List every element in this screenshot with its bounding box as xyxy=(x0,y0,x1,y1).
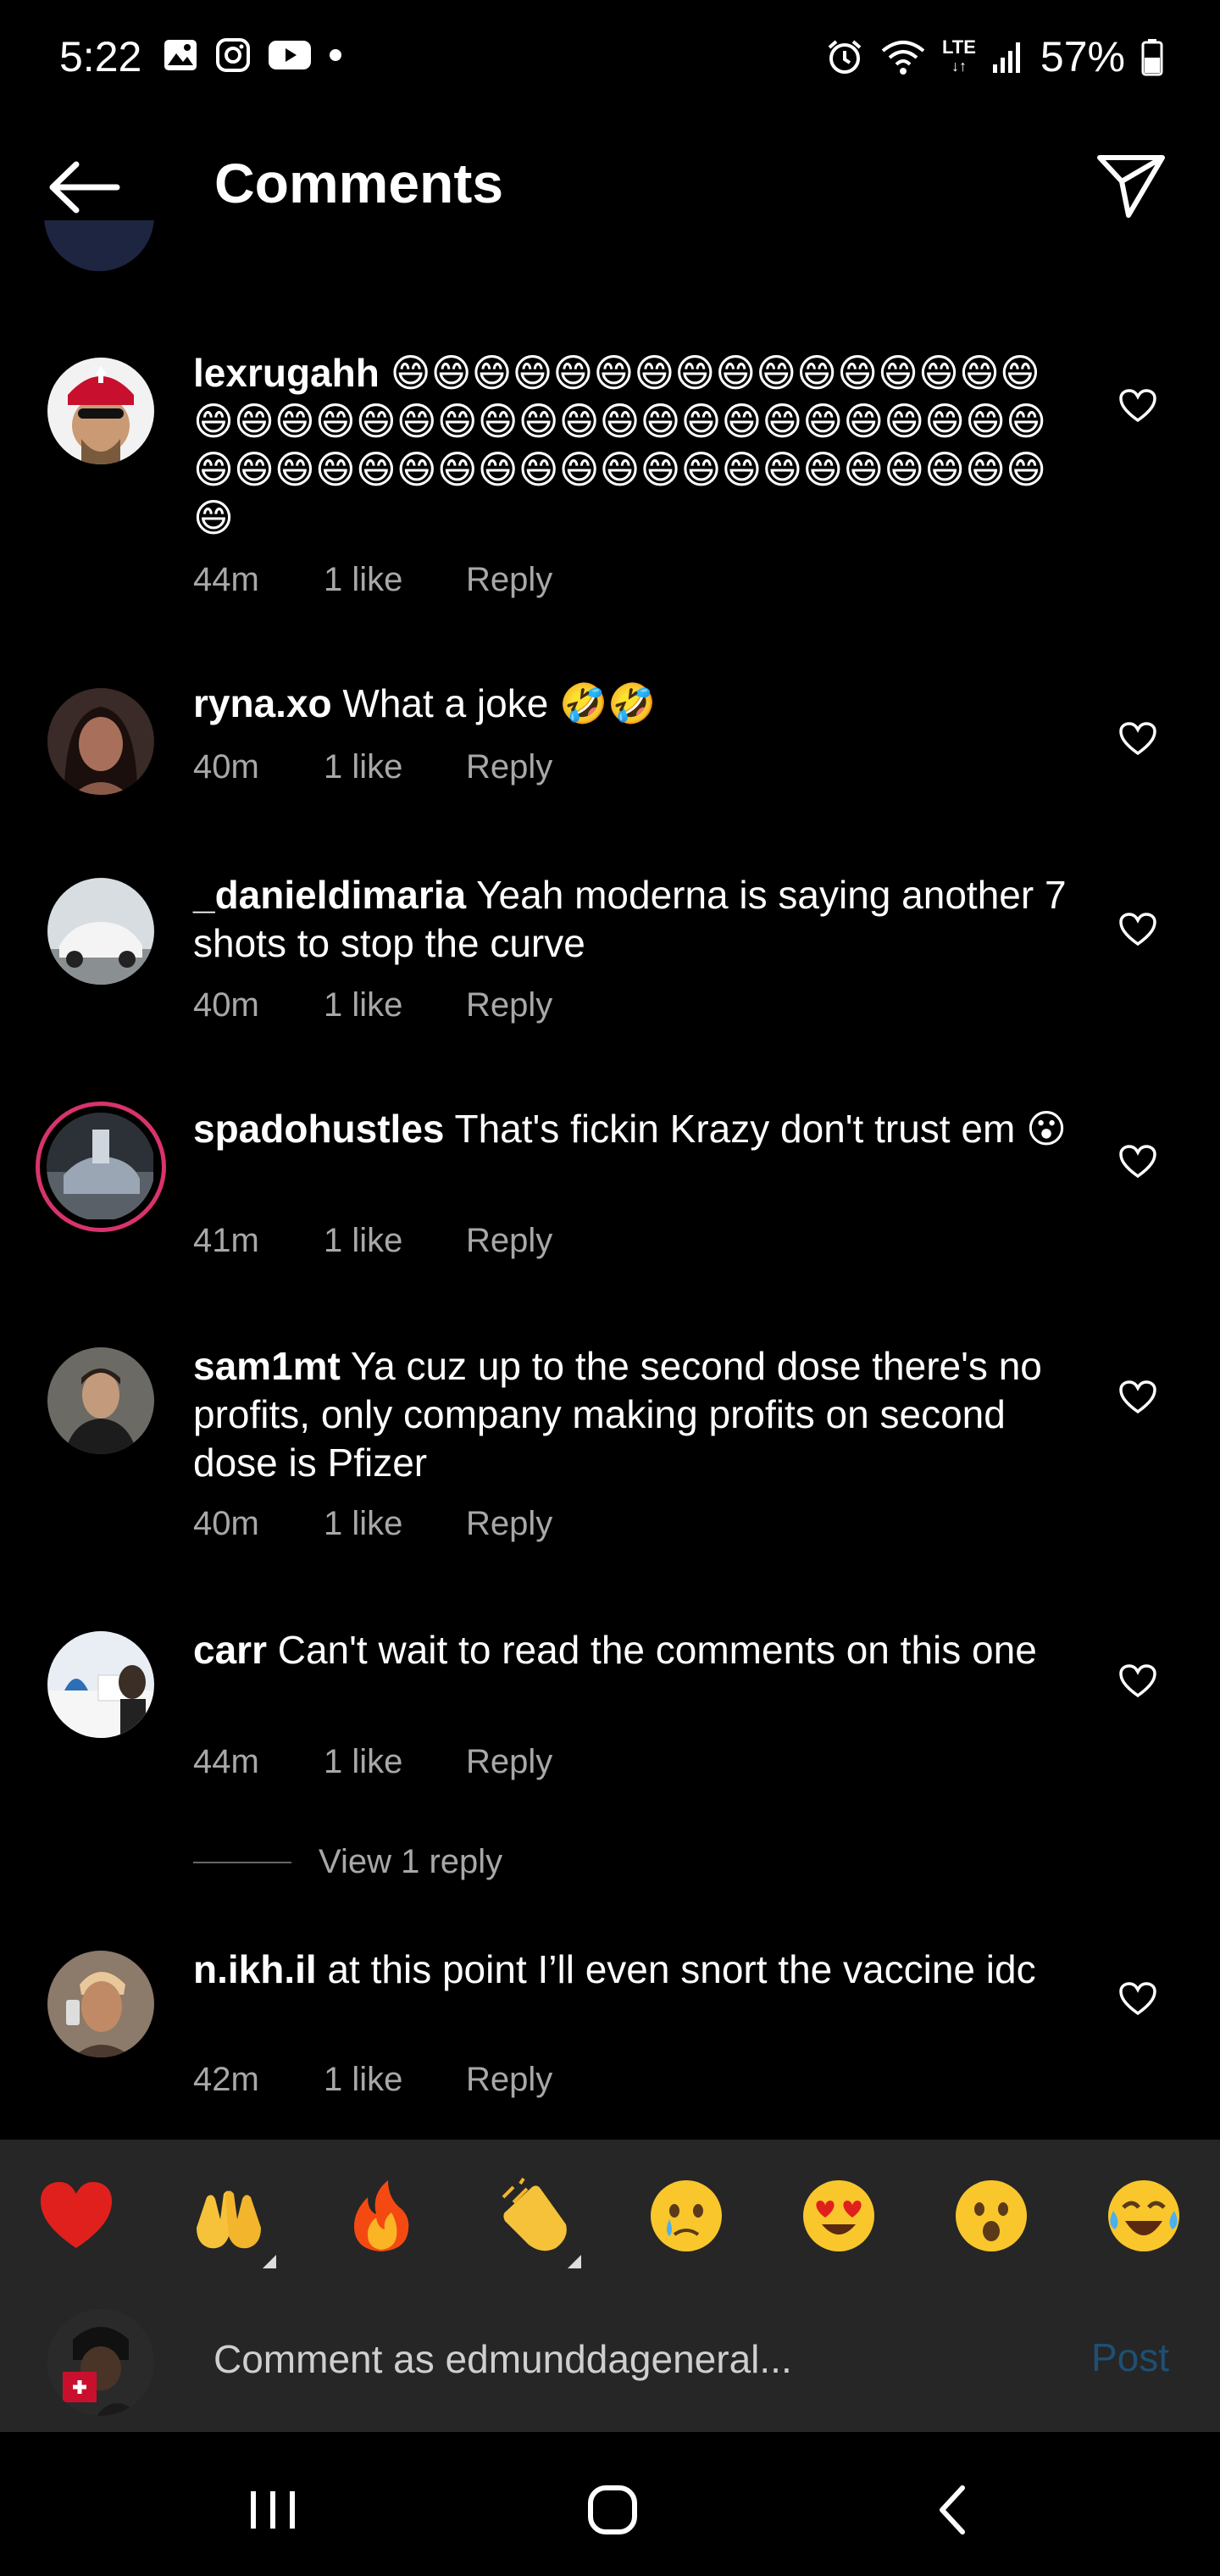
back-icon[interactable] xyxy=(920,2476,988,2544)
comment-likes[interactable]: 1 like xyxy=(324,1505,466,1543)
comment-body: That's fickin Krazy don't trust em 😮 xyxy=(454,1107,1067,1151)
avatar[interactable] xyxy=(47,688,154,795)
avatar[interactable] xyxy=(47,1347,154,1454)
partial-avatar xyxy=(44,220,154,271)
comment-meta: 40m 1 like Reply xyxy=(193,1505,552,1543)
surprised-face-emoji-icon[interactable] xyxy=(952,2177,1030,2255)
reply-button[interactable]: Reply xyxy=(466,748,552,786)
comment-text: spadohustles That's fickin Krazy don't t… xyxy=(193,1105,1074,1153)
reply-button[interactable]: Reply xyxy=(466,1505,552,1543)
current-user-avatar[interactable] xyxy=(47,2309,154,2416)
comment-composer: Post xyxy=(0,2284,1220,2432)
reply-button[interactable]: Reply xyxy=(466,1743,552,1781)
comment-input[interactable] xyxy=(214,2329,1061,2389)
like-heart-icon[interactable] xyxy=(1118,388,1157,424)
comment-text: carr Can't wait to read the comments on … xyxy=(193,1626,1074,1674)
clapping-hands-emoji-icon[interactable] xyxy=(495,2177,581,2268)
comment-username[interactable]: sam1mt xyxy=(193,1344,341,1388)
reply-button[interactable]: Reply xyxy=(466,986,552,1024)
comment-text: ryna.xo What a joke 🤣🤣 xyxy=(193,680,1074,728)
comment-likes[interactable]: 1 like xyxy=(324,1743,466,1781)
comment-time: 44m xyxy=(193,1743,259,1780)
raising-hands-emoji-icon[interactable] xyxy=(190,2177,276,2268)
view-replies-button[interactable]: View 1 reply xyxy=(193,1843,502,1881)
skin-tone-indicator xyxy=(568,2255,581,2268)
comments-list[interactable]: lexrugahh 😄😄😄😄😄😄😄😄😄😄😄😄😄😄😄😄😄😄😄😄😄😄😄😄😄😄😄😄😄😄… xyxy=(0,0,1220,2140)
reply-button[interactable]: Reply xyxy=(466,561,552,599)
comment-body: What a joke 🤣🤣 xyxy=(342,681,657,725)
comment-meta: 44m 1 like Reply xyxy=(193,561,552,599)
system-navigation-bar xyxy=(0,2432,1220,2576)
emoji-quick-bar xyxy=(0,2140,1220,2284)
view-replies-label: View 1 reply xyxy=(319,1843,503,1880)
comment-meta: 41m 1 like Reply xyxy=(193,1222,552,1260)
comment-likes[interactable]: 1 like xyxy=(324,986,466,1024)
avatar[interactable] xyxy=(47,878,154,985)
fire-emoji-icon[interactable] xyxy=(342,2177,420,2255)
comment-body: Can't wait to read the comments on this … xyxy=(277,1628,1037,1672)
recent-apps-icon[interactable] xyxy=(239,2476,307,2544)
comment-meta: 40m 1 like Reply xyxy=(193,748,552,786)
home-icon[interactable] xyxy=(579,2476,646,2544)
avatar[interactable] xyxy=(47,358,154,464)
avatar[interactable] xyxy=(47,1951,154,2057)
like-heart-icon[interactable] xyxy=(1118,1663,1157,1699)
post-button[interactable]: Post xyxy=(1091,2334,1169,2380)
comment-text: sam1mt Ya cuz up to the second dose ther… xyxy=(193,1342,1074,1487)
comment-username[interactable]: _danieldimaria xyxy=(193,873,466,917)
comment-likes[interactable]: 1 like xyxy=(324,2061,466,2099)
skin-tone-indicator xyxy=(263,2255,276,2268)
comment-text: n.ikh.il at this point I’ll even snort t… xyxy=(193,1946,1074,1994)
comment-username[interactable]: lexrugahh xyxy=(193,351,380,395)
story-ring-avatar[interactable] xyxy=(36,1102,166,1232)
comment-username[interactable]: n.ikh.il xyxy=(193,1947,317,1991)
comment-username[interactable]: spadohustles xyxy=(193,1107,445,1151)
comment-time: 40m xyxy=(193,748,259,786)
comment-likes[interactable]: 1 like xyxy=(324,748,466,786)
comment-body: at this point I’ll even snort the vaccin… xyxy=(327,1947,1036,1991)
reply-button[interactable]: Reply xyxy=(466,2061,552,2099)
comment-likes[interactable]: 1 like xyxy=(324,1222,466,1260)
comment-text: _danieldimaria Yeah moderna is saying an… xyxy=(193,871,1074,968)
comment-time: 44m xyxy=(193,561,259,598)
comment-username[interactable]: carr xyxy=(193,1628,267,1672)
reply-button[interactable]: Reply xyxy=(466,1222,552,1260)
comment-meta: 42m 1 like Reply xyxy=(193,2061,552,2099)
comment-meta: 40m 1 like Reply xyxy=(193,986,552,1024)
comment-time: 41m xyxy=(193,1222,259,1259)
comment-time: 40m xyxy=(193,1505,259,1542)
heart-emoji-icon[interactable] xyxy=(37,2177,115,2255)
heart-eyes-emoji-icon[interactable] xyxy=(800,2177,878,2255)
like-heart-icon[interactable] xyxy=(1118,721,1157,757)
like-heart-icon[interactable] xyxy=(1118,1144,1157,1180)
crying-face-emoji-icon[interactable] xyxy=(647,2177,725,2255)
avatar[interactable] xyxy=(47,1631,154,1738)
like-heart-icon[interactable] xyxy=(1118,912,1157,947)
comment-username[interactable]: ryna.xo xyxy=(193,681,332,725)
comment-time: 42m xyxy=(193,2061,259,2098)
like-heart-icon[interactable] xyxy=(1118,1380,1157,1415)
comment-likes[interactable]: 1 like xyxy=(324,561,466,599)
reply-thread-line xyxy=(193,1861,291,1863)
tears-of-joy-emoji-icon[interactable] xyxy=(1105,2177,1183,2255)
comment-text: lexrugahh 😄😄😄😄😄😄😄😄😄😄😄😄😄😄😄😄😄😄😄😄😄😄😄😄😄😄😄😄😄😄… xyxy=(193,349,1074,542)
comment-time: 40m xyxy=(193,986,259,1024)
like-heart-icon[interactable] xyxy=(1118,1981,1157,2017)
comment-meta: 44m 1 like Reply xyxy=(193,1743,552,1781)
